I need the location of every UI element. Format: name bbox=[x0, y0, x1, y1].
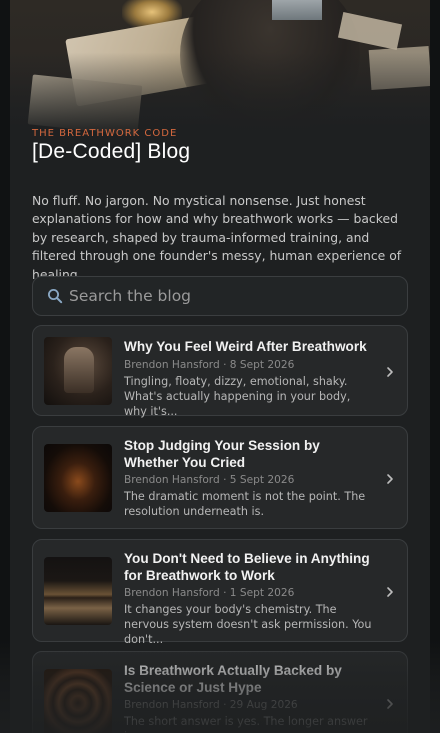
post-card[interactable]: Why You Feel Weird After Breathwork Bren… bbox=[32, 325, 408, 418]
post-excerpt: Tingling, floaty, dizzy, emotional, shak… bbox=[124, 374, 351, 418]
post-meta: Brendon Hansford · 5 Sept 2026 bbox=[124, 474, 295, 486]
page-title: [De-Coded] Blog bbox=[32, 140, 191, 163]
post-title[interactable]: Why You Feel Weird After Breathwork bbox=[124, 339, 374, 356]
chevron-right-icon bbox=[387, 367, 393, 377]
eyebrow-label: THE BREATHWORK CODE bbox=[32, 128, 178, 139]
chevron-right-icon bbox=[387, 587, 393, 597]
post-excerpt: The dramatic moment is not the point. Th… bbox=[124, 490, 366, 518]
chevron-right-icon bbox=[387, 474, 393, 484]
search-icon bbox=[48, 289, 63, 304]
post-excerpt: It changes your body's chemistry. The ne… bbox=[124, 603, 372, 646]
search-input[interactable] bbox=[69, 277, 399, 315]
post-card[interactable]: Stop Judging Your Session by Whether You… bbox=[32, 426, 408, 529]
post-meta: Brendon Hansford · 29 Aug 2026 bbox=[124, 699, 298, 711]
post-thumbnail bbox=[44, 557, 112, 625]
post-title[interactable]: You Don't Need to Believe in Anything fo… bbox=[124, 551, 374, 584]
post-meta: Brendon Hansford · 1 Sept 2026 bbox=[124, 587, 295, 599]
post-title[interactable]: Is Breathwork Actually Backed by Science… bbox=[124, 663, 374, 696]
post-thumbnail bbox=[44, 337, 112, 405]
search-bar[interactable] bbox=[32, 276, 408, 316]
post-thumbnail bbox=[44, 669, 112, 733]
left-edge bbox=[0, 0, 10, 733]
post-meta: Brendon Hansford · 8 Sept 2026 bbox=[124, 358, 295, 371]
chevron-right-icon bbox=[387, 699, 393, 709]
intro-text: No fluff. No jargon. No mystical nonsens… bbox=[32, 193, 402, 282]
post-thumbnail bbox=[44, 444, 112, 512]
blog-page: THE BREATHWORK CODE [De-Coded] Blog No f… bbox=[0, 0, 440, 733]
post-card[interactable]: You Don't Need to Believe in Anything fo… bbox=[32, 539, 408, 646]
post-excerpt: The short answer is yes. The longer answ… bbox=[124, 715, 368, 733]
post-title[interactable]: Stop Judging Your Session by Whether You… bbox=[124, 438, 374, 471]
post-card[interactable]: Is Breathwork Actually Backed by Science… bbox=[32, 651, 408, 733]
right-edge bbox=[430, 0, 440, 733]
